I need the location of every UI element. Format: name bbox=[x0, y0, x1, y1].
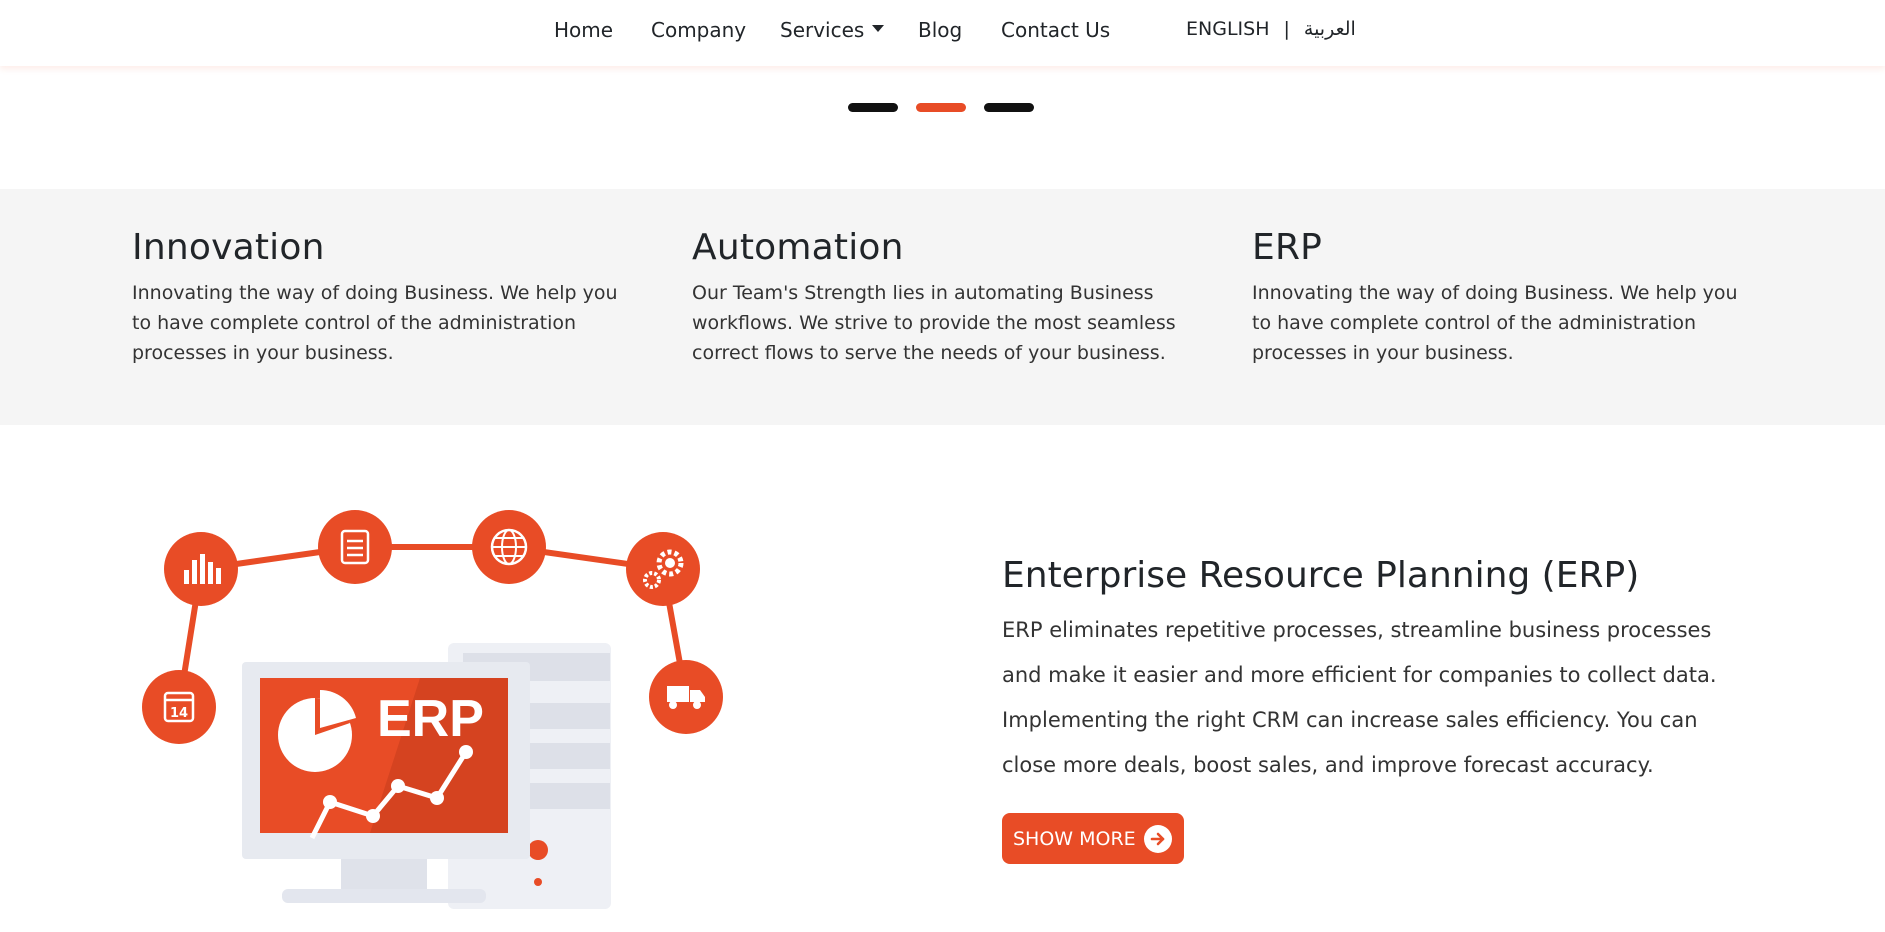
feature-title: Innovation bbox=[132, 227, 325, 268]
feature-erp: ERP Innovating the way of doing Business… bbox=[1252, 227, 1752, 368]
lang-separator: | bbox=[1283, 18, 1290, 40]
feature-automation: Automation Our Team's Strength lies in a… bbox=[692, 227, 1192, 368]
caret-down-icon bbox=[872, 25, 885, 32]
calendar-day: 14 bbox=[170, 706, 188, 721]
carousel-indicator-2[interactable] bbox=[916, 103, 966, 112]
carousel-indicator-1[interactable] bbox=[848, 103, 898, 112]
language-switcher: ENGLISH | العربية bbox=[1186, 18, 1356, 40]
nav-contact-link[interactable]: Contact Us bbox=[1001, 18, 1110, 42]
erp-paragraph: ERP eliminates repetitive processes, str… bbox=[1002, 618, 1717, 777]
feature-text: Innovating the way of doing Business. We… bbox=[1252, 282, 1738, 364]
bar-chart-icon bbox=[164, 532, 238, 606]
nav-links: Home Company Services Blog Contact Us EN… bbox=[0, 0, 1885, 66]
lang-english-link[interactable]: ENGLISH bbox=[1186, 18, 1269, 40]
feature-text: Innovating the way of doing Business. We… bbox=[132, 282, 618, 364]
features-band: Innovation Innovating the way of doing B… bbox=[0, 189, 1885, 425]
feature-text: Our Team's Strength lies in automating B… bbox=[692, 282, 1176, 364]
nav-services-label: Services bbox=[780, 18, 865, 42]
globe-icon bbox=[472, 510, 546, 584]
erp-illustration-svg: ERP 14 bbox=[142, 510, 723, 909]
clipboard-icon bbox=[318, 510, 392, 584]
lang-arabic-link[interactable]: العربية bbox=[1304, 18, 1356, 40]
erp-title: Enterprise Resource Planning (ERP) bbox=[1002, 555, 1640, 596]
erp-description: Enterprise Resource Planning (ERP) ERP e… bbox=[1002, 555, 1742, 788]
show-more-button[interactable]: SHOW MORE bbox=[1002, 813, 1184, 864]
erp-illustration: ERP 14 bbox=[130, 500, 730, 920]
top-navbar: Home Company Services Blog Contact Us EN… bbox=[0, 0, 1885, 66]
nav-company-link[interactable]: Company bbox=[651, 18, 746, 42]
show-more-label: SHOW MORE bbox=[1013, 827, 1136, 850]
feature-innovation: Innovation Innovating the way of doing B… bbox=[132, 227, 632, 368]
carousel-indicators bbox=[848, 103, 1034, 112]
truck-icon bbox=[649, 660, 723, 734]
nav-home-link[interactable]: Home bbox=[554, 18, 613, 42]
feature-title: Automation bbox=[692, 227, 904, 268]
feature-title: ERP bbox=[1252, 227, 1323, 268]
arrow-right-icon bbox=[1144, 825, 1172, 853]
calendar-icon: 14 bbox=[142, 670, 216, 744]
gears-icon bbox=[626, 532, 700, 606]
nav-services-dropdown[interactable]: Services bbox=[780, 18, 885, 42]
carousel-indicator-3[interactable] bbox=[984, 103, 1034, 112]
screen-label: ERP bbox=[377, 690, 484, 748]
nav-blog-link[interactable]: Blog bbox=[918, 18, 962, 42]
